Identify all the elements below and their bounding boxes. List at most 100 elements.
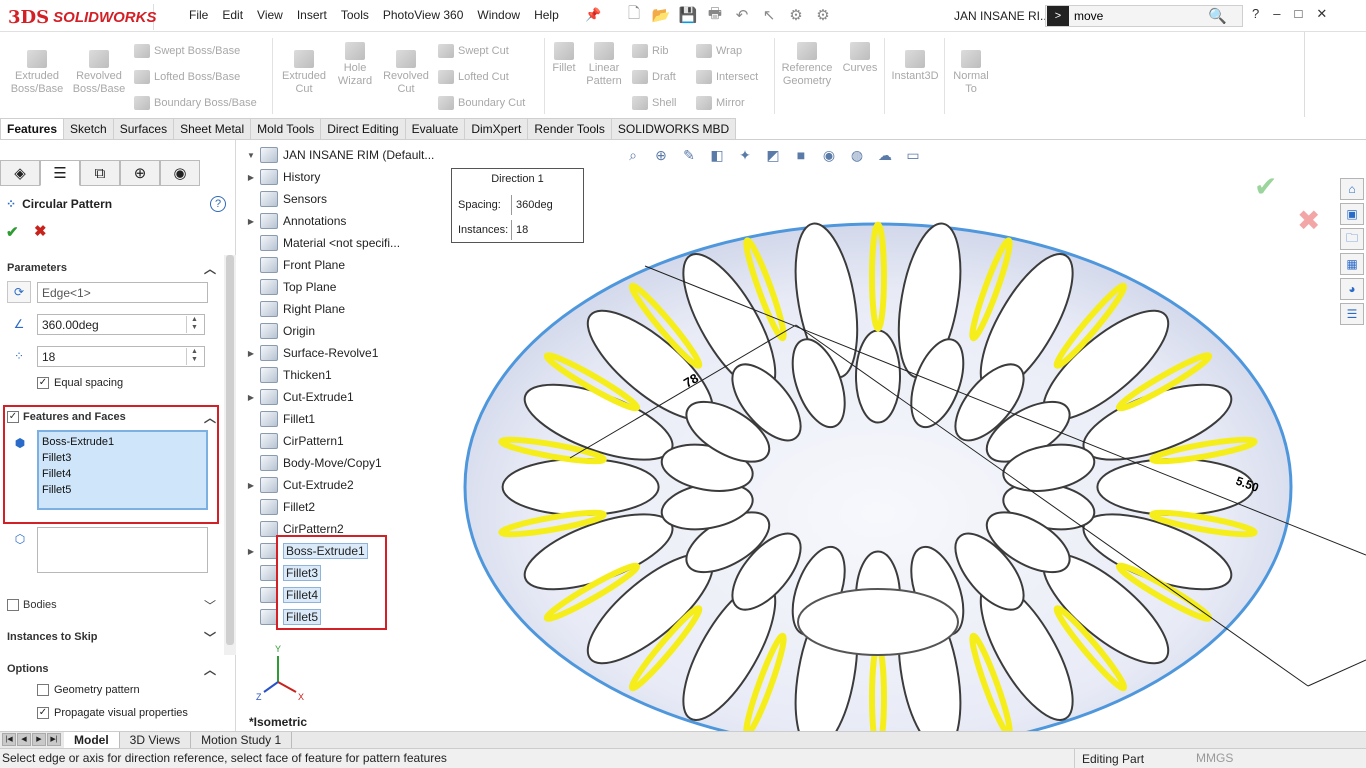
tree-item-right-plane[interactable]: Right Plane <box>260 299 345 319</box>
list-item[interactable]: Fillet4 <box>42 466 203 482</box>
expand-icon[interactable]: ▶ <box>242 481 260 490</box>
tree-item-material[interactable]: Material <not specifi... <box>260 233 400 253</box>
tab-mbd[interactable]: SOLIDWORKS MBD <box>611 118 737 140</box>
view-palette-icon[interactable]: ▦ <box>1340 253 1364 275</box>
tree-item-front-plane[interactable]: Front Plane <box>260 255 345 275</box>
reverse-direction-icon[interactable]: ⟳ <box>7 281 31 303</box>
draft-button[interactable]: Draft <box>632 70 676 84</box>
intersect-button[interactable]: Intersect <box>696 70 758 84</box>
search-input[interactable] <box>1070 7 1200 25</box>
features-list[interactable]: Boss-Extrude1 Fillet3 Fillet4 Fillet5 <box>37 430 208 510</box>
lofted-boss-button[interactable]: Lofted Boss/Base <box>134 70 240 84</box>
lofted-cut-button[interactable]: Lofted Cut <box>438 70 509 84</box>
rebuild-icon[interactable]: ⚙ <box>784 4 808 26</box>
display-manager-icon[interactable]: ◉ <box>160 160 200 186</box>
equal-spacing-checkbox[interactable]: ✓ Equal spacing <box>37 377 123 389</box>
open-icon[interactable]: 📂 <box>649 4 673 26</box>
extruded-boss-button[interactable]: Extruded Boss/Base <box>8 50 66 96</box>
tab-render-tools[interactable]: Render Tools <box>528 118 612 140</box>
feature-manager-icon[interactable]: ◈ <box>0 160 40 186</box>
tree-item-sensors[interactable]: Sensors <box>260 189 327 209</box>
tree-item-cut-extrude1[interactable]: ▶ Cut-Extrude1 <box>248 387 354 407</box>
features-faces-header[interactable]: ✓ Features and Faces ︿ <box>0 406 222 428</box>
property-manager-icon[interactable]: ☰ <box>40 160 80 186</box>
file-explorer-icon[interactable]: 🗀 <box>1340 228 1364 250</box>
panel-scrollbar[interactable] <box>224 255 236 655</box>
new-icon[interactable]: 🗋 <box>622 4 646 26</box>
prev-tab-icon[interactable]: ◀ <box>17 732 31 746</box>
shell-button[interactable]: Shell <box>632 96 676 110</box>
tab-evaluate[interactable]: Evaluate <box>405 118 466 140</box>
expand-icon[interactable]: ▶ <box>242 217 260 226</box>
options-icon[interactable]: ⚙ <box>811 4 835 26</box>
section-view-icon[interactable]: ◧ <box>706 146 728 164</box>
instances-field[interactable]: 18 ▲ ▼ <box>37 346 205 367</box>
instant3d-button[interactable]: Instant3D <box>888 50 942 83</box>
appearances-icon[interactable]: ◕ <box>1340 278 1364 300</box>
tree-item-cirpattern1[interactable]: CirPattern1 <box>260 431 344 451</box>
list-item[interactable]: Boss-Extrude1 <box>42 434 203 450</box>
tree-item-thicken1[interactable]: Thicken1 <box>260 365 332 385</box>
maximize-button[interactable]: □ <box>1294 6 1302 22</box>
hide-show-icon[interactable]: ◉ <box>818 146 840 164</box>
swept-boss-button[interactable]: Swept Boss/Base <box>134 44 240 58</box>
mirror-button[interactable]: Mirror <box>696 96 745 110</box>
revolved-boss-button[interactable]: Revolved Boss/Base <box>70 50 128 96</box>
tree-root[interactable]: ▼ JAN INSANE RIM (Default... <box>242 145 434 165</box>
revolved-cut-button[interactable]: Revolved Cut <box>380 50 432 96</box>
search-icon[interactable]: 🔍 <box>1208 7 1227 25</box>
previous-view-icon[interactable]: ✎ <box>678 146 700 164</box>
angle-field[interactable]: 360.00deg ▲ ▼ <box>37 314 205 335</box>
wrap-button[interactable]: Wrap <box>696 44 742 58</box>
direction-reference-field[interactable]: Edge<1> <box>37 282 208 303</box>
tree-item-fillet2[interactable]: Fillet2 <box>260 497 315 517</box>
tree-item-surface-revolve1[interactable]: ▶ Surface-Revolve1 <box>248 343 378 363</box>
scroll-thumb[interactable] <box>226 255 234 645</box>
instances-to-skip-header[interactable]: Instances to Skip ﹀ <box>0 626 222 648</box>
edit-appearance-icon[interactable]: ◍ <box>846 146 868 164</box>
instances-spinner[interactable]: ▲ ▼ <box>186 348 202 365</box>
hole-wizard-button[interactable]: Hole Wizard <box>332 42 378 88</box>
rib-button[interactable]: Rib <box>632 44 669 58</box>
custom-properties-icon[interactable]: ☰ <box>1340 303 1364 325</box>
tree-item-history[interactable]: ▶ History <box>248 167 320 187</box>
tree-item-top-plane[interactable]: Top Plane <box>260 277 336 297</box>
options-header[interactable]: Options ︿ <box>0 658 222 680</box>
tab-features[interactable]: Features <box>0 118 65 140</box>
design-library-icon[interactable]: ▣ <box>1340 203 1364 225</box>
geometry-pattern-checkbox[interactable]: Geometry pattern <box>37 684 140 696</box>
swept-cut-button[interactable]: Swept Cut <box>438 44 509 58</box>
tab-model[interactable]: Model <box>64 732 120 748</box>
tab-direct-editing[interactable]: Direct Editing <box>321 118 406 140</box>
menu-view[interactable]: View <box>250 8 290 22</box>
propagate-visual-checkbox[interactable]: ✓ Propagate visual properties <box>37 707 188 719</box>
tree-item-cut-extrude2[interactable]: ▶ Cut-Extrude2 <box>248 475 354 495</box>
normal-to-button[interactable]: Normal To <box>948 50 994 96</box>
tab-sheet-metal[interactable]: Sheet Metal <box>174 118 252 140</box>
tab-motion-study[interactable]: Motion Study 1 <box>191 732 293 748</box>
help-button[interactable]: ? <box>1252 6 1259 22</box>
fillet-button[interactable]: Fillet <box>546 42 582 75</box>
dimxpert-manager-icon[interactable]: ⊕ <box>120 160 160 186</box>
ok-button[interactable]: ✔ <box>6 223 19 241</box>
minimize-button[interactable]: – <box>1273 6 1280 22</box>
boundary-cut-button[interactable]: Boundary Cut <box>438 96 525 110</box>
angle-spinner[interactable]: ▲ ▼ <box>186 316 202 333</box>
zoom-fit-icon[interactable]: ⌕ <box>622 146 644 164</box>
configuration-manager-icon[interactable]: ⧉ <box>80 160 120 186</box>
tab-surfaces[interactable]: Surfaces <box>113 118 175 140</box>
spacing-value[interactable]: 360deg <box>511 195 573 215</box>
next-tab-icon[interactable]: ▶ <box>32 732 46 746</box>
unit-system[interactable]: MMGS <box>1196 751 1233 765</box>
menu-help[interactable]: Help <box>527 8 566 22</box>
reference-geometry-button[interactable]: Reference Geometry <box>778 42 836 88</box>
pin-icon[interactable]: 📌 <box>585 7 601 23</box>
menu-photoview[interactable]: PhotoView 360 <box>376 8 471 22</box>
linear-pattern-button[interactable]: Linear Pattern <box>582 42 626 88</box>
undo-icon[interactable]: ↶ <box>730 4 754 26</box>
dynamic-annotation-icon[interactable]: ✦ <box>734 146 756 164</box>
display-style-icon[interactable]: ■ <box>790 146 812 164</box>
first-tab-icon[interactable]: |◀ <box>2 732 16 746</box>
extruded-cut-button[interactable]: Extruded Cut <box>278 50 330 96</box>
boundary-boss-button[interactable]: Boundary Boss/Base <box>134 96 257 110</box>
